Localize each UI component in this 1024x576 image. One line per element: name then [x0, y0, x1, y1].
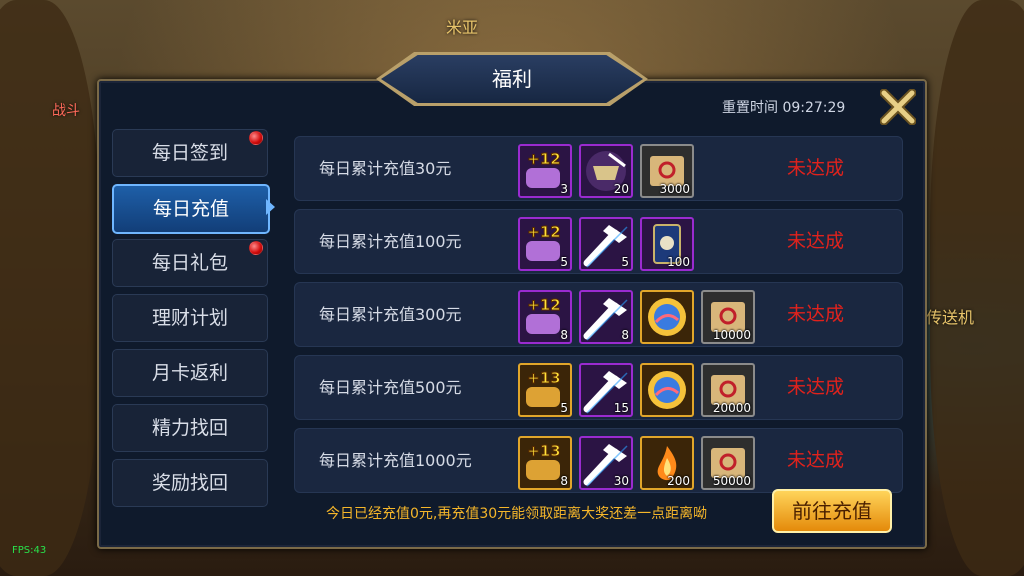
reward-quantity: 8 — [560, 474, 568, 488]
battle-sign: 战斗 — [52, 103, 80, 119]
reward-item[interactable]: +12 8 — [518, 290, 572, 344]
sidebar-item[interactable]: 每日签到 — [112, 129, 268, 177]
notification-dot-icon — [249, 241, 263, 255]
svg-text:+12: +12 — [527, 296, 560, 314]
reward-item[interactable]: 200 — [640, 436, 694, 490]
sidebar-item[interactable]: 每日充值 — [112, 184, 270, 234]
notification-dot-icon — [249, 131, 263, 145]
reward-quantity: 8 — [621, 328, 629, 342]
reward-quantity: 100 — [667, 255, 690, 269]
sidebar-item[interactable]: 理财计划 — [112, 294, 268, 342]
reward-quantity: 3000 — [659, 182, 690, 196]
reward-quantity: 30 — [613, 474, 629, 488]
sidebar-item-label: 月卡返利 — [151, 362, 228, 384]
reward-item[interactable]: 10000 — [701, 290, 755, 344]
reward-item[interactable] — [640, 363, 694, 417]
close-button[interactable] — [879, 88, 917, 126]
sidebar-item-label: 每日充值 — [152, 198, 229, 220]
reward-quantity: 50000 — [712, 474, 751, 488]
reward-item[interactable] — [640, 290, 694, 344]
sidebar-item[interactable]: 精力找回 — [112, 404, 268, 452]
reward-item[interactable]: 30 — [579, 436, 633, 490]
reward-item[interactable]: 15 — [579, 363, 633, 417]
sidebar-item[interactable]: 月卡返利 — [112, 349, 268, 397]
reward-row-label: 每日累计充值500元 — [319, 378, 462, 397]
go-recharge-button[interactable]: 前往充值 — [772, 489, 892, 533]
reward-item[interactable]: +13 5 — [518, 363, 572, 417]
reward-quantity: 20000 — [712, 401, 751, 415]
reward-row-label: 每日累计充值30元 — [319, 159, 452, 178]
reward-quantity: 200 — [667, 474, 690, 488]
reward-row: 每日累计充值500元 +13 5 15 20000 未达成 — [294, 355, 903, 420]
sidebar-item-label: 每日礼包 — [151, 252, 228, 274]
reward-quantity: 3 — [560, 182, 568, 196]
panel-title: 福利 — [492, 67, 532, 91]
svg-text:+12: +12 — [527, 150, 560, 168]
sidebar-item-label: 每日签到 — [151, 142, 228, 164]
reward-status: 未达成 — [787, 157, 845, 179]
reward-row: 每日累计充值1000元 +13 8 30 200 50000 未达成 — [294, 428, 903, 493]
reward-item[interactable]: 20 — [579, 144, 633, 198]
reward-quantity: 5 — [560, 401, 568, 415]
reset-time: 重置时间 09:27:29 — [722, 100, 846, 116]
reward-item[interactable]: 20000 — [701, 363, 755, 417]
reward-status: 未达成 — [787, 376, 845, 398]
reward-row-label: 每日累计充值1000元 — [319, 451, 472, 470]
reward-status: 未达成 — [787, 303, 845, 325]
reward-item[interactable]: +12 5 — [518, 217, 572, 271]
reward-item[interactable]: 8 — [579, 290, 633, 344]
svg-text:+13: +13 — [527, 442, 560, 460]
active-tab-arrow-icon — [266, 199, 275, 215]
reward-row: 每日累计充值100元 +12 5 5 100 未达成 — [294, 209, 903, 274]
reward-item[interactable]: +13 8 — [518, 436, 572, 490]
reward-item[interactable]: 50000 — [701, 436, 755, 490]
npc-name-right: 传送机 — [926, 308, 975, 327]
sidebar-item[interactable]: 每日礼包 — [112, 239, 268, 287]
reward-row-label: 每日累计充值300元 — [319, 305, 462, 324]
sidebar-item-label: 奖励找回 — [151, 472, 228, 494]
reward-quantity: 15 — [613, 401, 629, 415]
sidebar-item-label: 理财计划 — [151, 307, 228, 329]
reward-item[interactable]: +12 3 — [518, 144, 572, 198]
reward-quantity: 20 — [613, 182, 629, 196]
recharge-info: 今日已经充值0元,再充值30元能领取距离大奖还差一点距离呦 — [326, 506, 708, 522]
reward-item[interactable]: 5 — [579, 217, 633, 271]
npc-name-top: 米亚 — [446, 18, 479, 37]
reward-status: 未达成 — [787, 230, 845, 252]
reward-quantity: 10000 — [712, 328, 751, 342]
sidebar-item[interactable]: 奖励找回 — [112, 459, 268, 507]
reward-row: 每日累计充值300元 +12 8 8 10000 未达成 — [294, 282, 903, 347]
sidebar-item-label: 精力找回 — [151, 417, 228, 439]
svg-text:+13: +13 — [527, 369, 560, 387]
reward-row-label: 每日累计充值100元 — [319, 232, 462, 251]
reward-quantity: 5 — [560, 255, 568, 269]
fps-counter: FPS:43 — [12, 545, 47, 556]
reward-quantity: 5 — [621, 255, 629, 269]
reward-quantity: 8 — [560, 328, 568, 342]
svg-text:+12: +12 — [527, 223, 560, 241]
close-icon — [879, 88, 917, 126]
reward-status: 未达成 — [787, 449, 845, 471]
reward-item[interactable]: 100 — [640, 217, 694, 271]
reward-item[interactable]: 3000 — [640, 144, 694, 198]
reward-row: 每日累计充值30元 +12 3 20 3000 未达成 — [294, 136, 903, 201]
